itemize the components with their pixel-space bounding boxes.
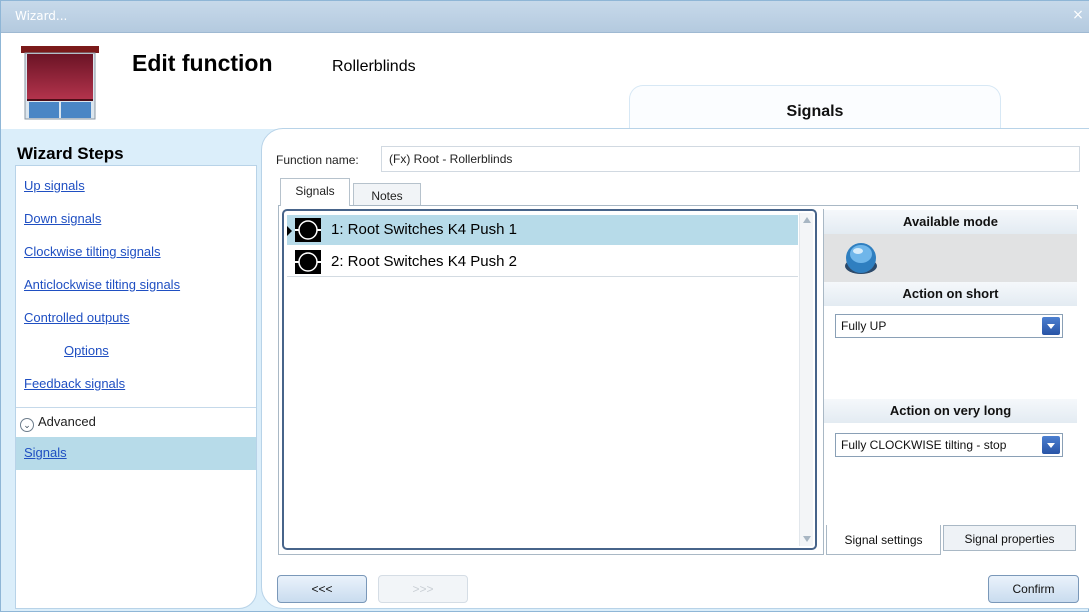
chevron-down-icon[interactable] [1042,436,1060,454]
tab-signal-properties[interactable]: Signal properties [943,525,1076,551]
step-up-signals[interactable]: Up signals [24,178,85,193]
step-options[interactable]: Options [64,343,109,358]
chevron-down-icon: ⌄ [20,418,34,432]
tab-notes[interactable]: Notes [353,183,421,206]
wizard-window: Wizard... × Edit function Rollerblinds S… [0,0,1089,612]
signal-label: 1: Root Switches K4 Push 1 [331,221,517,238]
step-signals[interactable]: Signals [24,445,67,460]
list-item[interactable]: 2: Root Switches K4 Push 2 [287,247,798,277]
title-bar: Wizard... × [1,1,1089,33]
list-scrollbar[interactable] [799,213,813,546]
scroll-down-icon[interactable] [803,536,811,542]
action-very-long-header: Action on very long [824,399,1077,423]
tab-signals-header-label: Signals [786,103,844,120]
function-type: Rollerblinds [332,58,416,75]
advanced-label: Advanced [38,414,96,429]
push-button-signal-icon [295,250,321,274]
step-clockwise-tilting[interactable]: Clockwise tilting signals [24,244,161,259]
tab-signal-settings[interactable]: Signal settings [826,525,941,555]
close-icon[interactable]: × [1070,7,1086,23]
previous-button[interactable]: <<< [277,575,367,603]
wizard-steps-title: Wizard Steps [17,144,124,163]
wizard-steps-panel: Up signals Down signals Clockwise tiltin… [15,165,257,609]
action-short-select[interactable]: Fully UP [835,314,1063,338]
step-feedback-signals[interactable]: Feedback signals [24,376,125,391]
step-signals-selected[interactable]: Signals [16,437,256,470]
tab-signals-header[interactable]: Signals [629,85,1001,129]
tab-signals[interactable]: Signals [280,178,350,206]
available-mode-header: Available mode [824,210,1077,234]
function-name-label: Function name: [276,153,359,167]
list-item[interactable]: 1: Root Switches K4 Push 1 [287,215,798,245]
row-pointer-icon [287,226,292,236]
window-title: Wizard... [15,9,68,23]
next-button[interactable]: >>> [378,575,468,603]
divider [16,407,256,408]
step-down-signals[interactable]: Down signals [24,211,101,226]
page-title: Edit function [132,50,273,76]
action-very-long-select[interactable]: Fully CLOCKWISE tilting - stop [835,433,1063,457]
scroll-up-icon[interactable] [803,217,811,223]
push-button-signal-icon [295,218,321,242]
rollerblind-icon [19,45,101,121]
step-controlled-outputs[interactable]: Controlled outputs [24,310,130,325]
signal-label: 2: Root Switches K4 Push 2 [331,253,517,270]
chevron-down-icon[interactable] [1042,317,1060,335]
action-short-header: Action on short [824,282,1077,306]
push-button-icon[interactable] [843,240,879,276]
action-short-value: Fully UP [841,319,887,333]
confirm-button[interactable]: Confirm [988,575,1079,603]
advanced-toggle[interactable]: ⌄ Advanced [20,414,96,434]
step-anticlockwise-tilting[interactable]: Anticlockwise tilting signals [24,277,180,292]
function-name-input[interactable]: (Fx) Root - Rollerblinds [381,146,1080,172]
signals-list[interactable]: 1: Root Switches K4 Push 1 2: Root Switc… [282,209,817,550]
action-very-long-value: Fully CLOCKWISE tilting - stop [841,438,1007,452]
